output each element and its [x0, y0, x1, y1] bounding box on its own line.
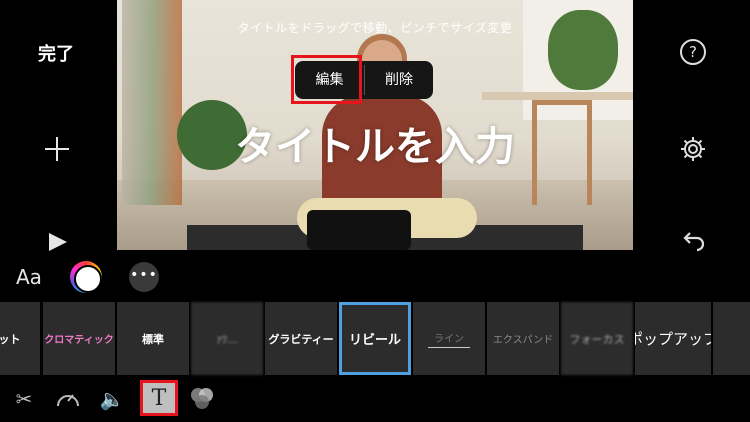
font-button[interactable]: Aa [16, 265, 42, 289]
title-style-tile[interactable]: ライン [413, 302, 485, 375]
add-media-button[interactable] [44, 136, 70, 162]
title-style-tile-selected[interactable]: リビール [339, 302, 411, 375]
title-style-tile[interactable]: フォーカス [561, 302, 633, 375]
volume-tool-button[interactable]: 🔈 [97, 385, 127, 413]
title-style-tile[interactable]: ゲット [0, 302, 40, 375]
settings-button[interactable] [680, 136, 706, 162]
title-style-tile[interactable]: ｧﾂ... [191, 302, 263, 375]
title-style-strip: ゲット クロマティック 標準 ｧﾂ... グラビティー リビール ライン エクス… [0, 302, 750, 375]
help-button[interactable]: ? [680, 39, 706, 65]
title-style-tile[interactable]: グラビティー [265, 302, 337, 375]
title-style-tile-partial[interactable] [713, 302, 750, 375]
title-style-tile[interactable]: ポップアップ [635, 302, 711, 375]
undo-button[interactable] [680, 230, 706, 254]
split-tool-button[interactable]: ✂ [9, 385, 39, 413]
speed-tool-button[interactable] [53, 385, 83, 413]
title-text-overlay[interactable]: タイトルを入力 [117, 114, 633, 172]
scene-table [482, 92, 633, 100]
speaker-icon: 🔈 [99, 387, 125, 411]
instruction-hint: タイトルをドラッグで移動、ピンチでサイズ変更 [237, 21, 513, 35]
edit-highlight-box [291, 55, 362, 104]
video-preview[interactable]: タイトルをドラッグで移動、ピンチでサイズ変更 編集 削除 タイトルを入力 [117, 0, 633, 250]
title-style-rule [428, 346, 470, 348]
gear-icon [681, 137, 705, 161]
filter-circles-icon [191, 388, 213, 409]
scissors-icon: ✂ [15, 387, 33, 411]
play-button[interactable] [49, 233, 67, 251]
color-picker-button[interactable] [70, 261, 102, 293]
title-style-tile[interactable]: エクスパンド [487, 302, 559, 375]
more-options-button[interactable]: ••• [129, 262, 159, 292]
title-style-tile[interactable]: クロマティック [43, 302, 115, 375]
title-style-tile[interactable]: 標準 [117, 302, 189, 375]
text-tool-button[interactable]: T [140, 380, 178, 416]
filter-tool-button[interactable] [187, 385, 217, 413]
done-button[interactable]: 完了 [38, 40, 74, 66]
scene-phone [307, 210, 411, 250]
delete-button[interactable]: 削除 [365, 61, 433, 99]
speedometer-icon [57, 394, 79, 407]
title-style-label: ライン [434, 333, 464, 345]
undo-icon [683, 232, 705, 252]
